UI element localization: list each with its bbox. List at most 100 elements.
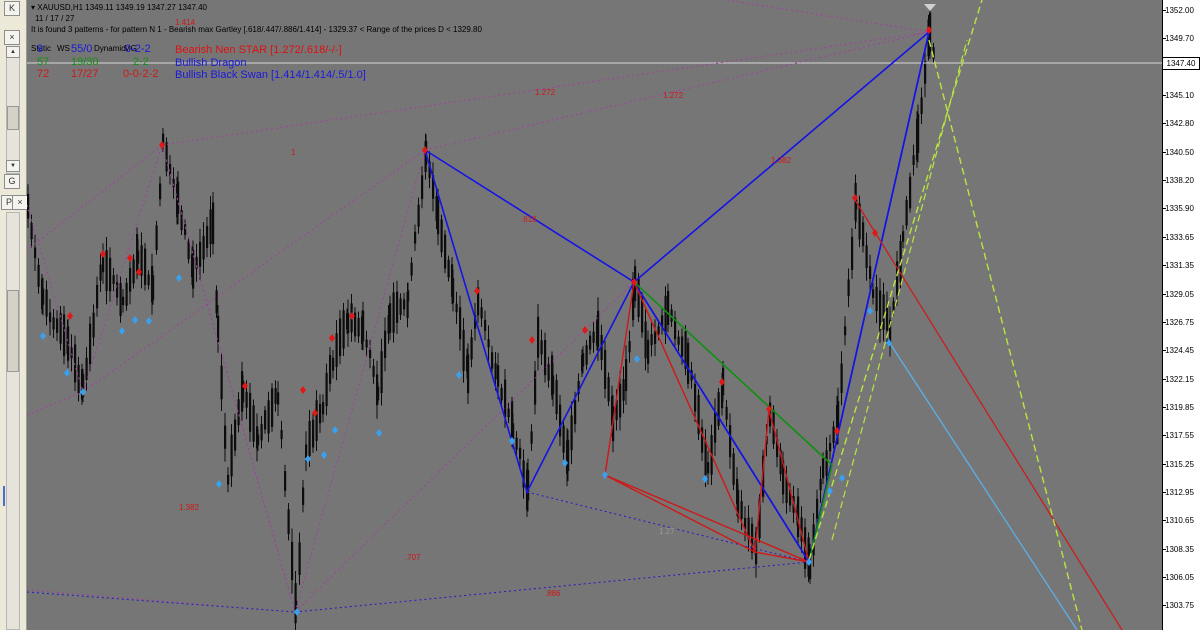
zigzag-connector — [161, 144, 296, 613]
candle-body — [264, 410, 267, 430]
candle-body — [555, 380, 558, 415]
candle-body — [597, 310, 600, 348]
candle-body — [540, 340, 543, 355]
zigzag-connector — [27, 589, 296, 613]
candle-body — [825, 450, 828, 476]
candle-body — [30, 222, 33, 240]
candle-body — [832, 426, 835, 444]
panel-k-tab[interactable]: K — [4, 1, 20, 16]
ratio-label: 1.382 — [771, 156, 792, 165]
candle-body — [592, 331, 595, 343]
price-chart[interactable]: ▾ XAUUSD,H1 1349.11 1349.19 1347.27 1347… — [27, 0, 1162, 630]
close-icon[interactable]: × — [12, 195, 28, 210]
dropdown-icon[interactable]: ▾ — [31, 3, 35, 12]
pivot-bottom-marker — [839, 474, 845, 482]
candle-body — [886, 305, 889, 331]
candle-body — [470, 337, 473, 360]
candle-body — [339, 318, 342, 356]
pattern-row-col3: 0-2-2 — [125, 43, 151, 55]
scrollbar-thumb[interactable] — [7, 106, 19, 130]
axis-tick-label: 1340.50 — [1165, 147, 1194, 157]
axis-tick-label: 1333.65 — [1165, 232, 1194, 242]
candle-body — [152, 275, 155, 301]
ratio-label: 1.382 — [179, 503, 200, 512]
candle-body — [305, 444, 308, 458]
ratio-label: 1.272 — [535, 88, 556, 97]
candle-body — [277, 392, 280, 405]
price-axis[interactable]: 1352.00 1349.70 1347.40 1345.10 1342.80 1340.… — [1162, 0, 1200, 630]
candle-body — [372, 365, 375, 377]
scrollbar-thumb[interactable] — [7, 290, 19, 372]
axis-tick-label: 1310.65 — [1165, 516, 1194, 526]
pattern-row-col3: 0-0-2-2 — [123, 68, 159, 80]
axis-tick-label: 1345.10 — [1165, 91, 1194, 101]
candle-body — [847, 279, 850, 297]
axis-tick-label: 1317.55 — [1165, 431, 1194, 441]
axis-tick-label: 1338.20 — [1165, 176, 1194, 186]
pattern-row-col1: 72 — [37, 68, 50, 80]
candle-body — [329, 354, 332, 384]
candle-body — [147, 274, 150, 286]
candle-body — [267, 400, 270, 434]
candle-body — [347, 313, 350, 334]
scroll-up-icon[interactable]: ▲ — [6, 46, 20, 58]
axis-tick-label: 1303.75 — [1165, 601, 1194, 611]
candle-body — [302, 487, 305, 505]
panel-g-tab[interactable]: G — [4, 174, 20, 189]
candle-body — [410, 262, 413, 276]
scroll-down-icon[interactable]: ▼ — [6, 160, 20, 172]
pivot-bottom-marker — [634, 355, 640, 363]
candle-body — [365, 339, 368, 348]
candle-body — [917, 113, 920, 153]
candle-body — [257, 434, 260, 446]
candle-body — [284, 471, 287, 491]
candle-body — [905, 200, 908, 226]
candle-body — [851, 236, 854, 270]
candle-body — [647, 339, 650, 364]
candle-body — [687, 342, 690, 384]
candle-body — [280, 430, 283, 440]
candle-body — [544, 339, 547, 376]
candle-body — [392, 292, 395, 333]
axis-tick-label: 1322.15 — [1165, 374, 1194, 384]
candle-body — [96, 284, 99, 309]
chart-canvas[interactable] — [27, 0, 1162, 630]
lime-dashed-line — [831, 39, 968, 541]
red-pattern — [754, 551, 810, 563]
candle-body — [664, 295, 667, 335]
candle-body — [725, 406, 728, 420]
candle-body — [714, 411, 717, 443]
candle-body — [224, 425, 227, 449]
pivot-bottom-marker — [80, 388, 86, 396]
candle-body — [717, 392, 720, 426]
candle-body — [399, 298, 402, 315]
status-line: It is found 3 patterns - for pattern N 1… — [31, 25, 482, 34]
axis-tick-label: 1342.80 — [1165, 119, 1194, 129]
pattern-row-name[interactable]: Bullish Black Swan [1.414/1.414/.5/1.0] — [175, 69, 366, 81]
pattern-row-col1: 9 — [37, 43, 44, 55]
vertical-scrollbar[interactable] — [6, 212, 20, 630]
pivot-bottom-marker — [216, 480, 222, 488]
candle-body — [322, 402, 325, 415]
candle-body — [844, 326, 847, 336]
candle-body — [589, 335, 592, 350]
ratio-label: 1.272 — [663, 91, 684, 100]
candle-body — [220, 365, 223, 400]
candle-body — [462, 329, 465, 371]
close-icon[interactable]: × — [4, 30, 20, 45]
candle-body — [552, 375, 555, 395]
candle-body — [537, 316, 540, 358]
candle-body — [527, 469, 530, 501]
candle-body — [137, 250, 140, 264]
pattern-row-name[interactable]: Bearish Nen STAR [1.272/.618/-/-] — [175, 44, 342, 56]
candle-body — [455, 303, 458, 313]
candle-body — [467, 354, 470, 394]
blue-dotted-line — [294, 561, 810, 613]
candle-body — [308, 421, 311, 456]
pattern-row-name[interactable]: Bullish Dragon — [175, 57, 247, 69]
candle-body — [319, 403, 322, 424]
candle-body — [822, 458, 825, 479]
candle-body — [637, 277, 640, 318]
candle-body — [607, 377, 610, 402]
pattern-row-col2: 55/0 — [71, 43, 93, 55]
